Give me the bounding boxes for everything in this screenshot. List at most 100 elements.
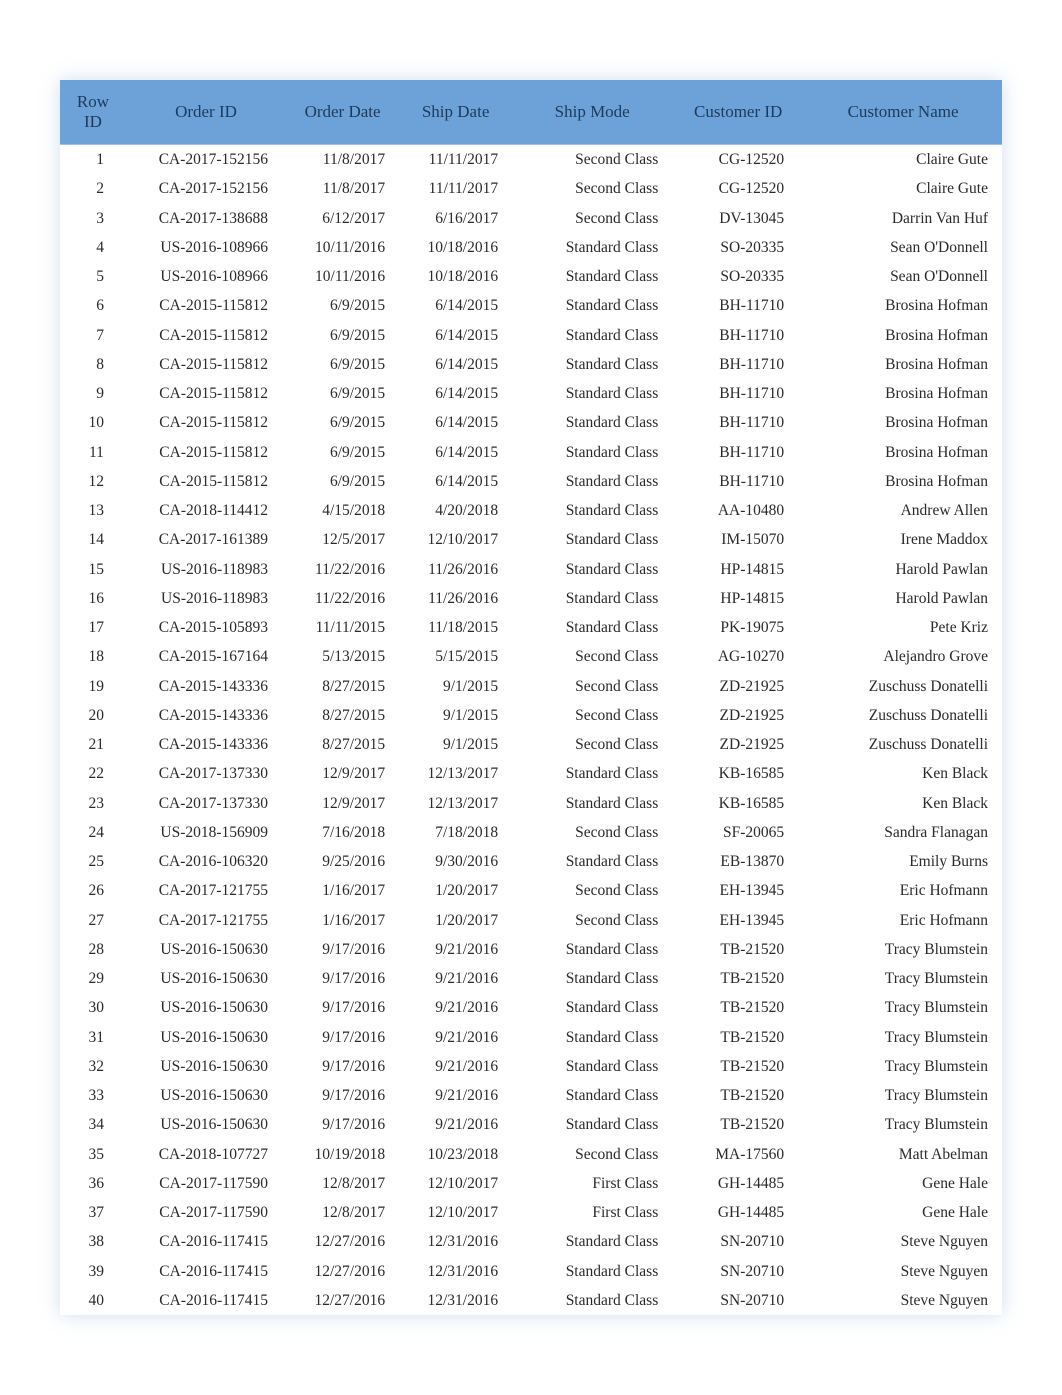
cell-ship-date: 12/31/2016 (399, 1286, 512, 1315)
cell-row-id: 11 (60, 438, 126, 467)
cell-customer-name: Gene Hale (804, 1169, 1002, 1198)
cell-row-id: 37 (60, 1198, 126, 1227)
cell-order-id: CA-2018-107727 (126, 1140, 286, 1169)
table-row: 20CA-2015-1433368/27/20159/1/2015Second … (60, 701, 1002, 730)
cell-order-id: CA-2015-105893 (126, 613, 286, 642)
cell-ship-date: 4/20/2018 (399, 496, 512, 525)
cell-ship-mode: Second Class (512, 1140, 672, 1169)
table-row: 6CA-2015-1158126/9/20156/14/2015Standard… (60, 291, 1002, 320)
table-row: 30US-2016-1506309/17/20169/21/2016Standa… (60, 993, 1002, 1022)
cell-row-id: 33 (60, 1081, 126, 1110)
cell-order-id: US-2016-118983 (126, 555, 286, 584)
cell-ship-mode: Standard Class (512, 321, 672, 350)
table-row: 22CA-2017-13733012/9/201712/13/2017Stand… (60, 759, 1002, 788)
cell-customer-name: Sean O'Donnell (804, 233, 1002, 262)
cell-order-id: CA-2017-137330 (126, 789, 286, 818)
cell-row-id: 12 (60, 467, 126, 496)
cell-customer-id: AA-10480 (672, 496, 804, 525)
cell-ship-mode: Second Class (512, 906, 672, 935)
cell-order-date: 9/17/2016 (286, 1023, 399, 1052)
cell-customer-name: Zuschuss Donatelli (804, 701, 1002, 730)
cell-ship-date: 6/14/2015 (399, 467, 512, 496)
cell-customer-id: SO-20335 (672, 262, 804, 291)
cell-customer-id: SO-20335 (672, 233, 804, 262)
cell-customer-name: Steve Nguyen (804, 1227, 1002, 1256)
cell-order-id: US-2016-150630 (126, 1110, 286, 1139)
cell-order-id: US-2016-150630 (126, 1023, 286, 1052)
cell-ship-mode: Standard Class (512, 379, 672, 408)
cell-ship-date: 6/14/2015 (399, 379, 512, 408)
cell-ship-date: 1/20/2017 (399, 906, 512, 935)
cell-customer-name: Brosina Hofman (804, 379, 1002, 408)
table-row: 8CA-2015-1158126/9/20156/14/2015Standard… (60, 350, 1002, 379)
cell-customer-id: KB-16585 (672, 789, 804, 818)
cell-order-id: CA-2017-117590 (126, 1169, 286, 1198)
cell-customer-id: HP-14815 (672, 555, 804, 584)
cell-order-date: 6/9/2015 (286, 350, 399, 379)
cell-ship-mode: Standard Class (512, 935, 672, 964)
cell-order-date: 6/9/2015 (286, 438, 399, 467)
cell-ship-date: 12/10/2017 (399, 525, 512, 554)
cell-row-id: 40 (60, 1286, 126, 1315)
cell-customer-name: Tracy Blumstein (804, 1023, 1002, 1052)
cell-ship-date: 1/20/2017 (399, 876, 512, 905)
cell-row-id: 16 (60, 584, 126, 613)
cell-order-id: US-2016-150630 (126, 1081, 286, 1110)
cell-customer-name: Steve Nguyen (804, 1286, 1002, 1315)
table-row: 14CA-2017-16138912/5/201712/10/2017Stand… (60, 525, 1002, 554)
cell-order-id: CA-2017-152156 (126, 145, 286, 175)
table-row: 29US-2016-1506309/17/20169/21/2016Standa… (60, 964, 1002, 993)
table-row: 38CA-2016-11741512/27/201612/31/2016Stan… (60, 1227, 1002, 1256)
cell-customer-id: SN-20710 (672, 1227, 804, 1256)
cell-ship-mode: Standard Class (512, 847, 672, 876)
cell-ship-date: 9/21/2016 (399, 1023, 512, 1052)
cell-ship-mode: Standard Class (512, 1227, 672, 1256)
cell-customer-name: Claire Gute (804, 145, 1002, 175)
cell-row-id: 14 (60, 525, 126, 554)
cell-row-id: 31 (60, 1023, 126, 1052)
orders-table: Row ID Order ID Order Date Ship Date Shi… (60, 80, 1002, 1315)
cell-ship-date: 11/26/2016 (399, 584, 512, 613)
cell-order-date: 6/9/2015 (286, 467, 399, 496)
cell-row-id: 24 (60, 818, 126, 847)
cell-order-date: 9/17/2016 (286, 935, 399, 964)
cell-ship-mode: Second Class (512, 145, 672, 175)
cell-ship-date: 11/11/2017 (399, 145, 512, 175)
table-row: 21CA-2015-1433368/27/20159/1/2015Second … (60, 730, 1002, 759)
cell-customer-id: BH-11710 (672, 291, 804, 320)
cell-ship-mode: Standard Class (512, 291, 672, 320)
cell-ship-date: 11/18/2015 (399, 613, 512, 642)
cell-ship-mode: Standard Class (512, 233, 672, 262)
col-header-ship-mode: Ship Mode (512, 80, 672, 145)
cell-row-id: 4 (60, 233, 126, 262)
cell-ship-date: 11/26/2016 (399, 555, 512, 584)
cell-ship-date: 12/31/2016 (399, 1257, 512, 1286)
cell-customer-id: MA-17560 (672, 1140, 804, 1169)
cell-order-date: 7/16/2018 (286, 818, 399, 847)
col-header-order-date: Order Date (286, 80, 399, 145)
cell-ship-date: 7/18/2018 (399, 818, 512, 847)
cell-customer-id: IM-15070 (672, 525, 804, 554)
cell-customer-id: CG-12520 (672, 145, 804, 175)
cell-ship-date: 9/21/2016 (399, 964, 512, 993)
cell-order-id: CA-2017-121755 (126, 876, 286, 905)
cell-order-date: 10/11/2016 (286, 262, 399, 291)
cell-customer-id: BH-11710 (672, 379, 804, 408)
table-row: 11CA-2015-1158126/9/20156/14/2015Standar… (60, 438, 1002, 467)
cell-ship-date: 6/14/2015 (399, 438, 512, 467)
cell-customer-id: TB-21520 (672, 993, 804, 1022)
cell-ship-date: 6/16/2017 (399, 204, 512, 233)
cell-row-id: 28 (60, 935, 126, 964)
cell-order-date: 10/19/2018 (286, 1140, 399, 1169)
cell-customer-name: Ken Black (804, 759, 1002, 788)
cell-order-id: CA-2015-115812 (126, 291, 286, 320)
cell-ship-date: 10/23/2018 (399, 1140, 512, 1169)
cell-ship-date: 12/10/2017 (399, 1169, 512, 1198)
cell-order-date: 12/9/2017 (286, 759, 399, 788)
cell-customer-name: Brosina Hofman (804, 408, 1002, 437)
cell-customer-id: TB-21520 (672, 1023, 804, 1052)
cell-ship-date: 10/18/2016 (399, 262, 512, 291)
cell-row-id: 38 (60, 1227, 126, 1256)
table-row: 9CA-2015-1158126/9/20156/14/2015Standard… (60, 379, 1002, 408)
cell-customer-name: Zuschuss Donatelli (804, 672, 1002, 701)
